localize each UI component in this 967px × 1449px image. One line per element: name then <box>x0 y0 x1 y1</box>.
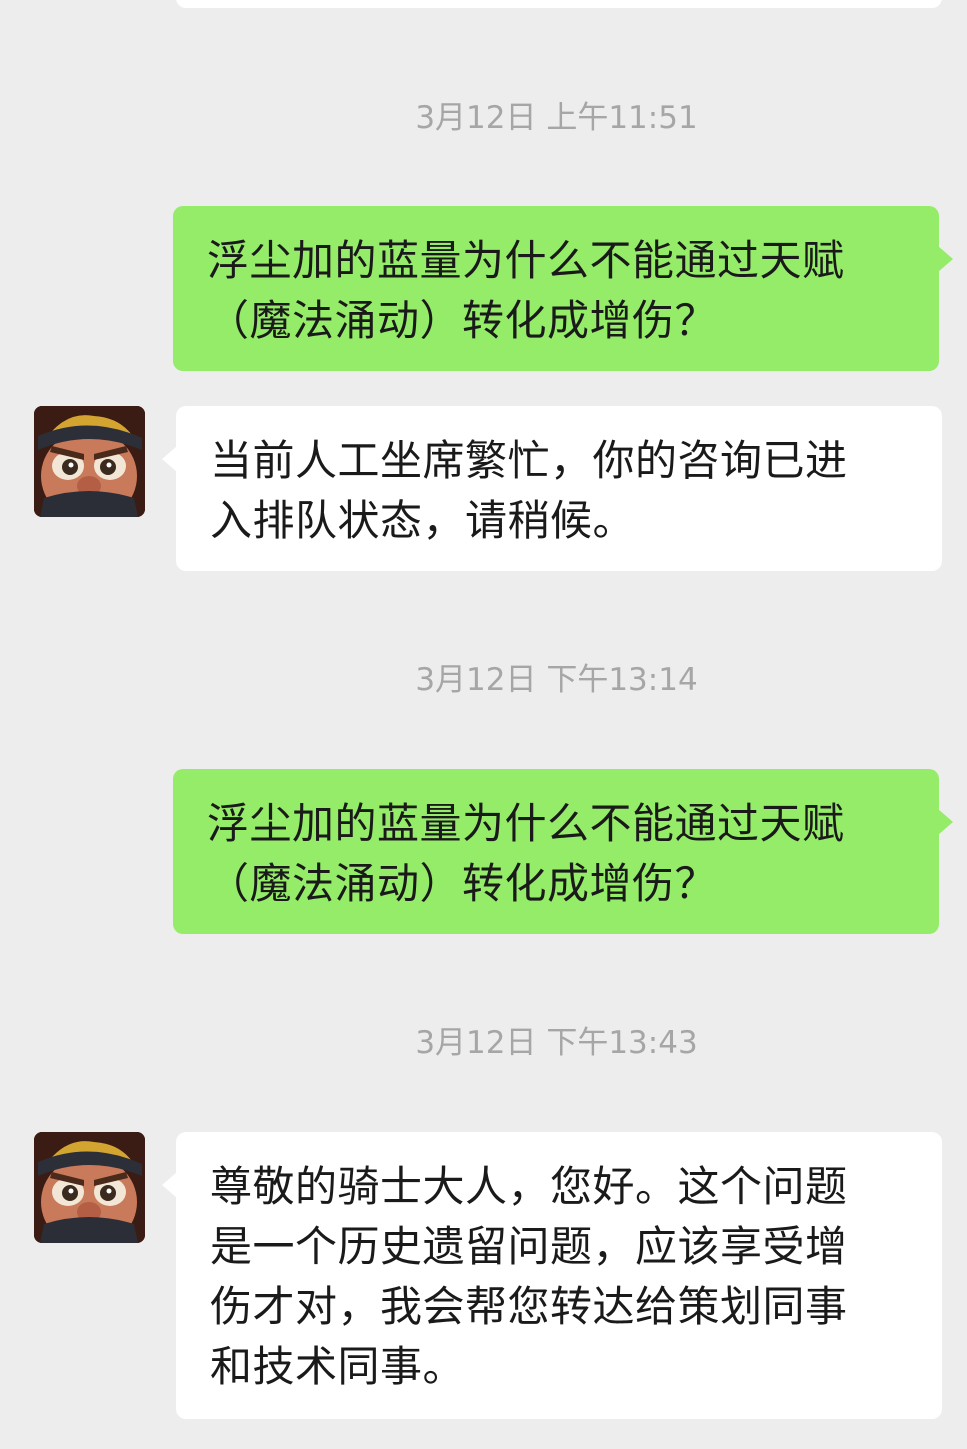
cartoon-warrior-avatar-icon[interactable] <box>34 406 145 517</box>
incoming-message-bubble[interactable]: 尊敬的骑士大人，您好。这个问题 是一个历史遗留问题，应该享受增 伤才对，我会帮您… <box>162 1132 942 1419</box>
cartoon-warrior-avatar-icon[interactable] <box>34 1132 145 1243</box>
message-timestamp: 3月12日 下午13:43 <box>415 1025 698 1061</box>
outgoing-message-bubble[interactable]: 浮尘加的蓝量为什么不能通过天赋 （魔法涌动）转化成增伤？ <box>173 769 953 934</box>
previous-message-bubble[interactable] <box>176 0 942 8</box>
incoming-message-bubble[interactable]: 当前人工坐席繁忙，你的咨询已进 入排队状态，请稍候。 <box>162 406 942 571</box>
message-timestamp: 3月12日 下午13:14 <box>415 662 698 698</box>
outgoing-message-bubble[interactable]: 浮尘加的蓝量为什么不能通过天赋 （魔法涌动）转化成增伤？ <box>173 206 953 371</box>
message-timestamp: 3月12日 上午11:51 <box>415 100 698 136</box>
